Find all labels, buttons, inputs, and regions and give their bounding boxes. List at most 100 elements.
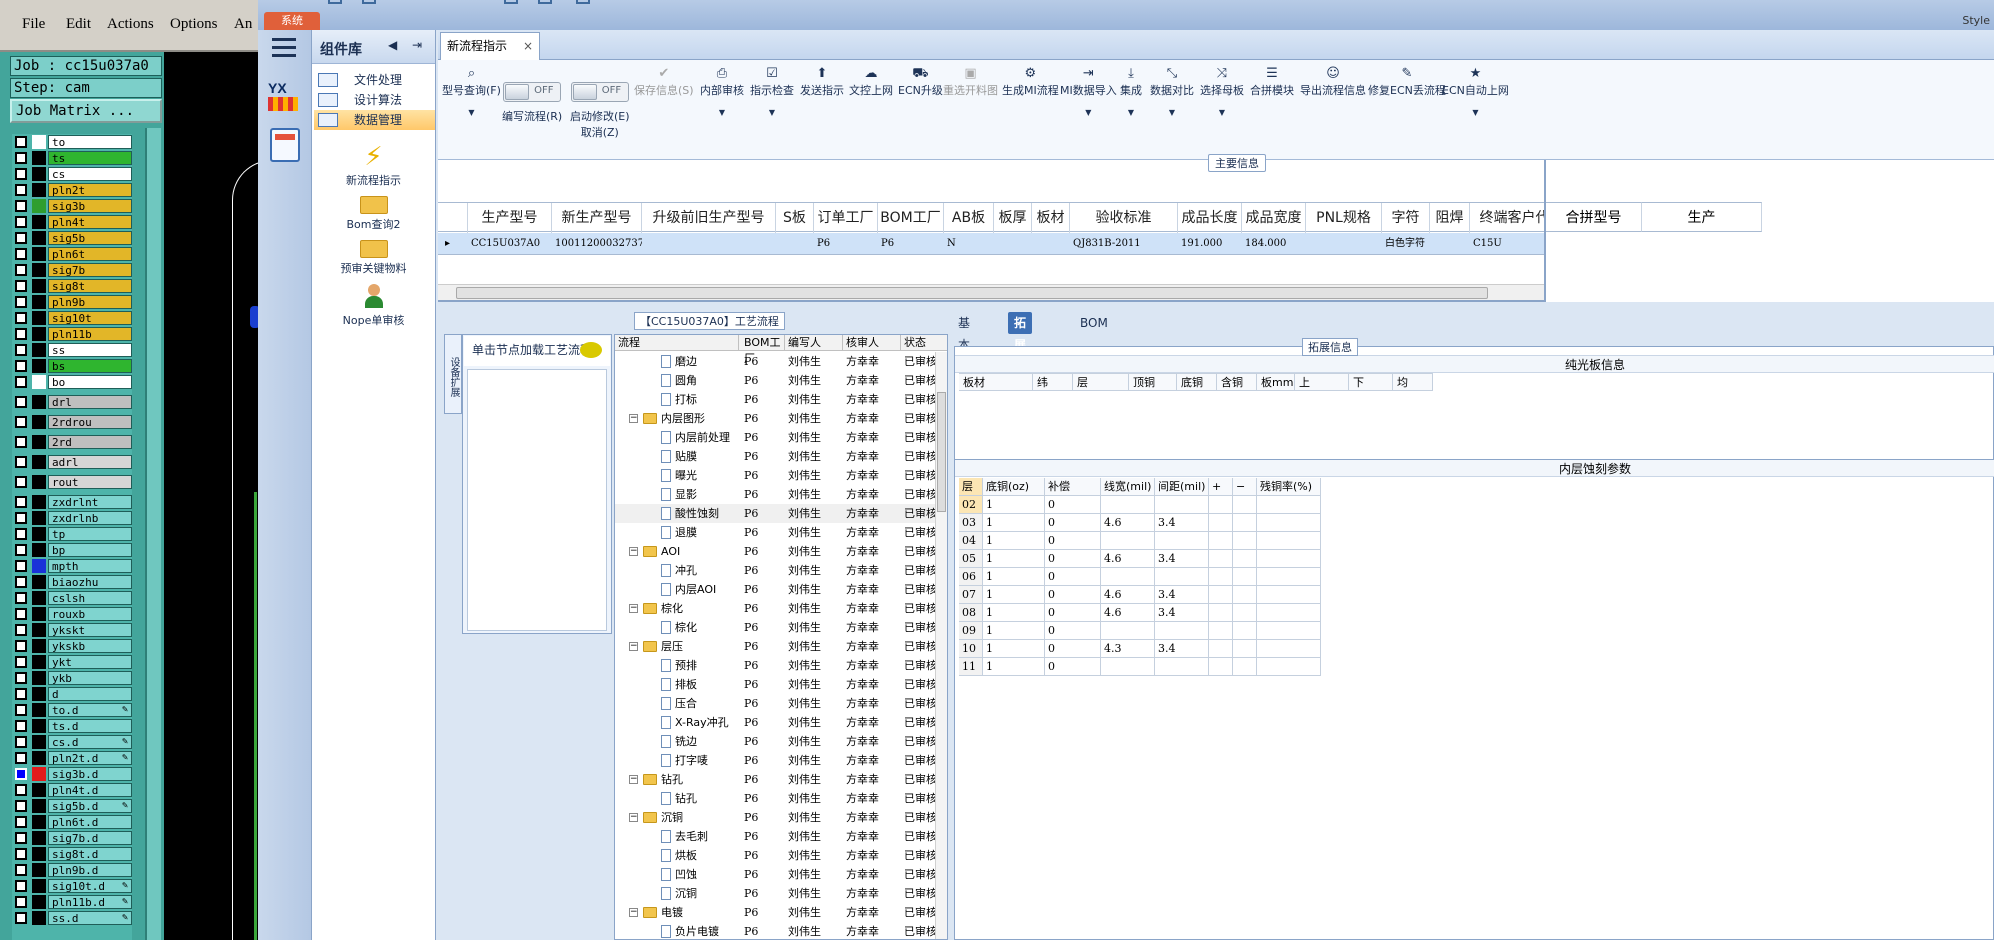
layer-name[interactable]: cs	[48, 167, 132, 181]
etch-cell[interactable]: 3.4	[1155, 604, 1209, 622]
layer-color-swatch[interactable]	[32, 719, 46, 733]
etch-column-header[interactable]: +	[1209, 478, 1233, 496]
layer-checkbox[interactable]	[15, 656, 27, 668]
etch-cell[interactable]	[1233, 514, 1257, 532]
etch-cell[interactable]: 1	[983, 550, 1045, 568]
layer-color-swatch[interactable]	[32, 543, 46, 557]
layer-checkbox[interactable]	[15, 396, 27, 408]
etch-cell[interactable]	[1257, 640, 1321, 658]
layer-checkbox[interactable]	[15, 832, 27, 844]
layer-row[interactable]: drl	[12, 394, 132, 410]
layer-checkbox[interactable]	[15, 864, 27, 876]
clad-column-header[interactable]: 含铜	[1217, 373, 1257, 391]
toggle-switch[interactable]: OFF	[570, 82, 629, 102]
layer-checkbox[interactable]	[15, 800, 27, 812]
layer-row[interactable]: sig10t	[12, 310, 132, 326]
etch-cell[interactable]	[1209, 604, 1233, 622]
etch-cell[interactable]	[1257, 586, 1321, 604]
grid-cell[interactable]	[1032, 233, 1070, 255]
etch-column-header[interactable]: 补偿	[1045, 478, 1101, 496]
process-tree-row[interactable]: 磨边 P6 刘伟生 方幸幸 已审核	[615, 352, 947, 371]
layer-row[interactable]: ts	[12, 150, 132, 166]
chevron-down-icon[interactable]: ▼	[442, 108, 501, 117]
toggle-switch[interactable]: OFF	[503, 82, 562, 102]
tool-folder[interactable]: 预审关键物料	[312, 240, 435, 276]
layer-checkbox[interactable]	[15, 912, 27, 924]
layer-color-swatch[interactable]	[32, 575, 46, 589]
etch-cell[interactable]	[1233, 604, 1257, 622]
etch-cell[interactable]: 0	[1045, 532, 1101, 550]
layer-name[interactable]: bs	[48, 359, 132, 373]
etch-column-header[interactable]: 残铜率(%)	[1257, 478, 1321, 496]
tree-column-header[interactable]: 状态	[901, 335, 947, 351]
layer-name[interactable]: zxdrlnb	[48, 511, 132, 525]
layer-row[interactable]: zxdrlnt	[12, 494, 132, 510]
etch-layer-cell[interactable]: 05	[959, 550, 983, 568]
layer-row[interactable]: rout	[12, 474, 132, 490]
layer-checkbox[interactable]	[15, 608, 27, 620]
tree-column-header[interactable]: 核审人	[843, 335, 901, 351]
etch-cell[interactable]	[1209, 640, 1233, 658]
process-tree-row[interactable]: − 沉铜 P6 刘伟生 方幸幸 已审核	[615, 808, 947, 827]
layer-row[interactable]: bo	[12, 374, 132, 390]
layer-color-swatch[interactable]	[32, 295, 46, 309]
grid-cell[interactable]: QJ831B-2011	[1070, 233, 1178, 255]
layer-color-swatch[interactable]	[32, 703, 46, 717]
layer-name[interactable]: sig10t	[48, 311, 132, 325]
system-tab[interactable]: 系统	[264, 12, 320, 30]
layer-row[interactable]: cslsh	[12, 590, 132, 606]
layer-color-swatch[interactable]	[32, 327, 46, 341]
etch-cell[interactable]: 1	[983, 514, 1045, 532]
layer-row[interactable]: sig8t	[12, 278, 132, 294]
layer-name[interactable]: mpth	[48, 559, 132, 573]
layer-color-swatch[interactable]	[32, 311, 46, 325]
layer-list-scrollbar[interactable]	[145, 128, 161, 940]
tool-folder[interactable]: Bom查询2	[312, 196, 435, 232]
layer-name[interactable]: to	[48, 135, 132, 149]
process-tree-row[interactable]: 内层AOI P6 刘伟生 方幸幸 已审核	[615, 580, 947, 599]
toolbar-button[interactable]: ✎ 修复ECN丢流程	[1368, 66, 1446, 98]
process-tree-scrollbar[interactable]	[935, 352, 947, 939]
main-info-grid-row[interactable]: ▸ CC15U037A0 10011200032737 P6 P6 N QJ831B-201…	[438, 233, 1683, 255]
layer-row[interactable]: sig10t.d ✎	[12, 878, 132, 894]
layer-checkbox[interactable]	[15, 456, 27, 468]
layer-name[interactable]: to.d ✎	[48, 703, 132, 717]
component-item[interactable]: 文件处理	[314, 70, 435, 90]
process-tree-row[interactable]: 棕化 P6 刘伟生 方幸幸 已审核	[615, 618, 947, 637]
layer-checkbox[interactable]	[15, 328, 27, 340]
layer-checkbox[interactable]	[15, 672, 27, 684]
layer-row[interactable]: sig5b.d ✎	[12, 798, 132, 814]
etch-cell[interactable]	[1209, 496, 1233, 514]
process-tree-row[interactable]: 打标 P6 刘伟生 方幸幸 已审核	[615, 390, 947, 409]
etch-cell[interactable]	[1233, 658, 1257, 676]
tab-extended-info[interactable]: 拓展信息	[1008, 312, 1033, 396]
grid-cell[interactable]: 10011200032737	[552, 233, 642, 255]
layer-color-swatch[interactable]	[32, 623, 46, 637]
process-tree-row[interactable]: 显影 P6 刘伟生 方幸幸 已审核	[615, 485, 947, 504]
grid-cell[interactable]	[1430, 233, 1470, 255]
process-tree-row[interactable]: 曝光 P6 刘伟生 方幸幸 已审核	[615, 466, 947, 485]
layer-name[interactable]: sig7b.d	[48, 831, 132, 845]
layer-checkbox[interactable]	[15, 312, 27, 324]
process-tree-row[interactable]: 打字唛 P6 刘伟生 方幸幸 已审核	[615, 751, 947, 770]
main-info-hscrollbar[interactable]	[438, 284, 1544, 300]
yx-logo-icon[interactable]: YX	[268, 80, 300, 120]
expander-icon[interactable]: −	[629, 908, 638, 917]
tree-column-header[interactable]: 流程	[615, 335, 739, 351]
etch-column-header[interactable]: 间距(mil)	[1155, 478, 1209, 496]
component-item[interactable]: 设计算法	[314, 90, 435, 110]
layer-name[interactable]: 2rd	[48, 435, 132, 449]
layer-checkbox[interactable]	[15, 752, 27, 764]
layer-color-swatch[interactable]	[32, 247, 46, 261]
layer-row[interactable]: pln2t	[12, 182, 132, 198]
layer-color-swatch[interactable]	[32, 687, 46, 701]
etch-cell[interactable]	[1155, 532, 1209, 550]
process-tree-row[interactable]: 铣边 P6 刘伟生 方幸幸 已审核	[615, 732, 947, 751]
etch-layer-cell[interactable]: 02	[959, 496, 983, 514]
etch-layer-cell[interactable]: 11	[959, 658, 983, 676]
layer-name[interactable]: sig10t.d ✎	[48, 879, 132, 893]
layer-color-swatch[interactable]	[32, 167, 46, 181]
grid-cell[interactable]: CC15U037A0	[468, 233, 552, 255]
layer-name[interactable]: pln4t	[48, 215, 132, 229]
etch-layer-cell[interactable]: 04	[959, 532, 983, 550]
